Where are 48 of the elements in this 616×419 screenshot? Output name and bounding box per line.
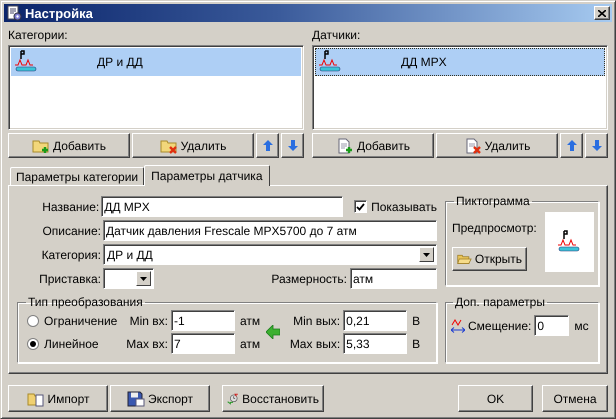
- preview-label: Предпросмотр:: [452, 221, 537, 235]
- open-button[interactable]: Открыть: [452, 247, 527, 271]
- field-label: Смещение:: [468, 318, 532, 332]
- input-field[interactable]: -1: [171, 310, 235, 331]
- unit-label: В: [411, 314, 420, 328]
- show-checkbox[interactable]: Показывать: [354, 200, 437, 214]
- list-item[interactable]: ДД MPX: [315, 48, 605, 76]
- category-dropdown[interactable]: ДР и ДД: [103, 244, 437, 265]
- field-label: Описание:: [41, 224, 101, 238]
- group-title: Тип преобразования: [27, 295, 144, 309]
- field-label: Max вх:: [125, 336, 168, 350]
- field-label: Min вых:: [292, 314, 340, 328]
- tab[interactable]: Параметры категории: [10, 167, 144, 185]
- cancel-button[interactable]: Отмена: [542, 385, 608, 412]
- input-field[interactable]: 7: [171, 333, 235, 354]
- ok-button[interactable]: OK: [458, 385, 533, 412]
- field-label: Размерность:: [271, 272, 347, 286]
- input-field[interactable]: 5,33: [343, 333, 408, 354]
- radio-button[interactable]: Линейное: [27, 336, 119, 352]
- list-item[interactable]: ДР и ДД: [11, 48, 301, 76]
- delete-button[interactable]: Удалить: [436, 133, 558, 158]
- window-title: Настройка: [25, 6, 94, 20]
- export-button[interactable]: Экспорт: [110, 385, 210, 412]
- group-title: Доп. параметры: [454, 295, 546, 309]
- tab[interactable]: Параметры датчика: [144, 165, 270, 186]
- field-label: Приставка:: [38, 272, 101, 286]
- unit-label: атм: [239, 336, 260, 350]
- list-label: Категории:: [8, 28, 69, 42]
- input-field[interactable]: атм: [350, 268, 437, 289]
- delete-button[interactable]: Удалить: [132, 133, 254, 158]
- field-label: Max вых:: [288, 336, 340, 350]
- group-title: Пиктограмма: [455, 194, 531, 208]
- import-button[interactable]: Импорт: [8, 385, 108, 412]
- list-label: Датчики:: [312, 28, 362, 42]
- unit-label: атм: [239, 314, 260, 328]
- input-field[interactable]: Датчик давления Frescale MPX5700 до 7 атм: [103, 220, 437, 241]
- input-field[interactable]: 0,21: [343, 310, 408, 331]
- unit-label: В: [411, 336, 420, 350]
- field-label: Название:: [41, 200, 100, 214]
- add-button[interactable]: Добавить: [8, 133, 130, 158]
- restore-button[interactable]: Восстановить: [222, 385, 324, 412]
- input-field[interactable]: ДД MPX: [101, 196, 344, 217]
- input-field[interactable]: 0: [534, 315, 570, 336]
- add-button[interactable]: Добавить: [312, 133, 434, 158]
- unit-label: мс: [573, 318, 589, 332]
- field-label: Категория:: [40, 248, 101, 262]
- field-label: Min вх:: [128, 314, 168, 328]
- radio-button[interactable]: Ограничение: [27, 312, 119, 328]
